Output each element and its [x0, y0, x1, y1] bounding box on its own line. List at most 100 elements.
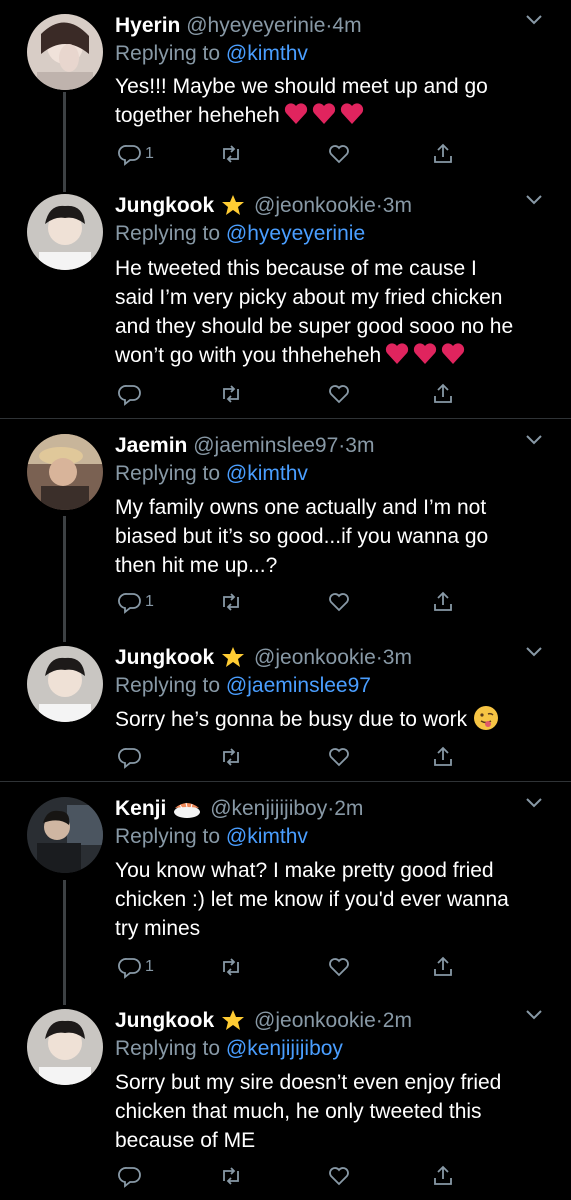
replying-to: Replying to @kenjijijiboy: [115, 1035, 343, 1063]
user-handle[interactable]: @hyeyeyerinie: [186, 14, 325, 37]
display-name[interactable]: Jungkook: [115, 646, 214, 669]
replying-to: Replying to @kimthv: [115, 40, 308, 68]
tweet[interactable]: Jungkook @jeonkookie·3m Replying to @jae…: [0, 642, 571, 778]
avatar[interactable]: [27, 646, 103, 722]
red-heart-emoji: [312, 103, 335, 124]
avatar[interactable]: [27, 194, 103, 270]
like-button[interactable]: [327, 380, 351, 408]
tweet[interactable]: Jungkook @jeonkookie·3m Replying to @hye…: [0, 190, 571, 415]
tweet-line: won’t go with you thheheheh: [115, 344, 382, 367]
timestamp[interactable]: 3m: [383, 646, 412, 669]
divider: [0, 781, 571, 782]
avatar[interactable]: [27, 797, 103, 873]
tweet[interactable]: Jaemin @jaeminslee97·3m Replying to @kim…: [0, 430, 571, 620]
replying-to: Replying to @kimthv: [115, 460, 308, 488]
tweet-text: He tweeted this because of me cause I sa…: [115, 254, 555, 370]
star-emoji: [222, 1010, 245, 1030]
replying-to-link[interactable]: @kimthv: [226, 42, 308, 65]
timestamp[interactable]: 2m: [334, 797, 363, 820]
star-emoji: [222, 647, 245, 667]
reply-icon: [118, 1167, 141, 1188]
like-button[interactable]: [327, 953, 351, 981]
replying-to-link[interactable]: @hyeyeyerinie: [226, 222, 365, 245]
share-button[interactable]: [431, 1162, 455, 1190]
reply-button[interactable]: [118, 743, 145, 771]
tweet-line: then hit me up...?: [115, 554, 278, 577]
share-icon: [434, 143, 452, 163]
display-name[interactable]: Jungkook: [115, 1009, 214, 1032]
retweet-button[interactable]: [219, 743, 243, 771]
chevron-down-icon[interactable]: [525, 797, 543, 809]
tweet-line: chicken :) let me know if you'd ever wan…: [115, 888, 509, 911]
separator-dot: ·: [375, 1009, 383, 1032]
replying-to-label: Replying to: [115, 674, 221, 697]
display-name[interactable]: Kenji: [115, 797, 166, 820]
user-handle[interactable]: @jaeminslee97: [193, 434, 338, 457]
display-name[interactable]: Jaemin: [115, 434, 187, 457]
tweet-line: My family owns one actually and I’m not: [115, 496, 487, 519]
reply-count: 1: [145, 145, 154, 162]
red-heart-emoji: [414, 343, 437, 364]
tweet-actions: 1: [115, 953, 455, 981]
reply-button[interactable]: 1: [118, 953, 154, 981]
retweet-button[interactable]: [219, 953, 243, 981]
tweet-actions: [115, 1162, 455, 1190]
tweet-header: Jungkook @jeonkookie·3m: [115, 642, 412, 674]
share-icon: [434, 383, 452, 403]
timestamp[interactable]: 4m: [332, 14, 361, 37]
tweet-text: Yes!!! Maybe we should meet up and go to…: [115, 72, 555, 130]
replying-to-label: Replying to: [115, 222, 221, 245]
share-button[interactable]: [431, 953, 455, 981]
retweet-button[interactable]: [219, 380, 243, 408]
like-button[interactable]: [327, 743, 351, 771]
red-heart-emoji: [442, 343, 465, 364]
retweet-button[interactable]: [219, 140, 243, 168]
chevron-down-icon[interactable]: [525, 1009, 543, 1021]
chevron-down-icon[interactable]: [525, 194, 543, 206]
share-button[interactable]: [431, 380, 455, 408]
avatar[interactable]: [27, 14, 103, 90]
retweet-button[interactable]: [219, 588, 243, 616]
tweet-line: He tweeted this because of me cause I: [115, 257, 477, 280]
chevron-down-icon[interactable]: [525, 434, 543, 446]
tweet-line: try mines: [115, 917, 201, 940]
tweet-header: Kenji @kenjijijiboy·2m: [115, 793, 363, 825]
tweet-line: chicken that much, he only tweeted this: [115, 1100, 482, 1123]
replying-to-link[interactable]: @jaeminslee97: [226, 674, 371, 697]
tweet[interactable]: Hyerin @hyeyeyerinie·4m Replying to @kim…: [0, 10, 571, 180]
display-name[interactable]: Jungkook: [115, 194, 214, 217]
user-handle[interactable]: @jeonkookie: [254, 1009, 376, 1032]
avatar[interactable]: [27, 1009, 103, 1085]
reply-button[interactable]: [118, 1162, 145, 1190]
timestamp[interactable]: 3m: [345, 434, 374, 457]
like-button[interactable]: [327, 1162, 351, 1190]
like-button[interactable]: [327, 588, 351, 616]
user-handle[interactable]: @jeonkookie: [254, 646, 376, 669]
replying-to-link[interactable]: @kenjijijiboy: [226, 1037, 343, 1060]
like-button[interactable]: [327, 140, 351, 168]
avatar[interactable]: [27, 434, 103, 510]
display-name[interactable]: Hyerin: [115, 14, 180, 37]
reply-button[interactable]: [118, 380, 145, 408]
share-button[interactable]: [431, 743, 455, 771]
timestamp[interactable]: 2m: [383, 1009, 412, 1032]
tweet[interactable]: Jungkook @jeonkookie·2m Replying to @ken…: [0, 1005, 571, 1200]
chevron-down-icon[interactable]: [525, 14, 543, 26]
replying-to-link[interactable]: @kimthv: [226, 462, 308, 485]
retweet-button[interactable]: [219, 1162, 243, 1190]
tweet-line: Sorry he’s gonna be busy due to work: [115, 708, 468, 731]
tweet-line: together heheheh: [115, 104, 280, 127]
retweet-icon: [223, 748, 239, 766]
sushi-emoji: [174, 802, 201, 818]
user-handle[interactable]: @jeonkookie: [254, 194, 376, 217]
reply-button[interactable]: 1: [118, 588, 154, 616]
reply-button[interactable]: 1: [118, 140, 154, 168]
timestamp[interactable]: 3m: [383, 194, 412, 217]
replying-to-link[interactable]: @kimthv: [226, 825, 308, 848]
share-button[interactable]: [431, 588, 455, 616]
user-handle[interactable]: @kenjijijiboy: [210, 797, 327, 820]
share-button[interactable]: [431, 140, 455, 168]
tweet[interactable]: Kenji @kenjijijiboy·2m Replying to @kimt…: [0, 793, 571, 983]
chevron-down-icon[interactable]: [525, 646, 543, 658]
tweet-line-with-emoji: won’t go with you thheheheh: [115, 341, 555, 370]
